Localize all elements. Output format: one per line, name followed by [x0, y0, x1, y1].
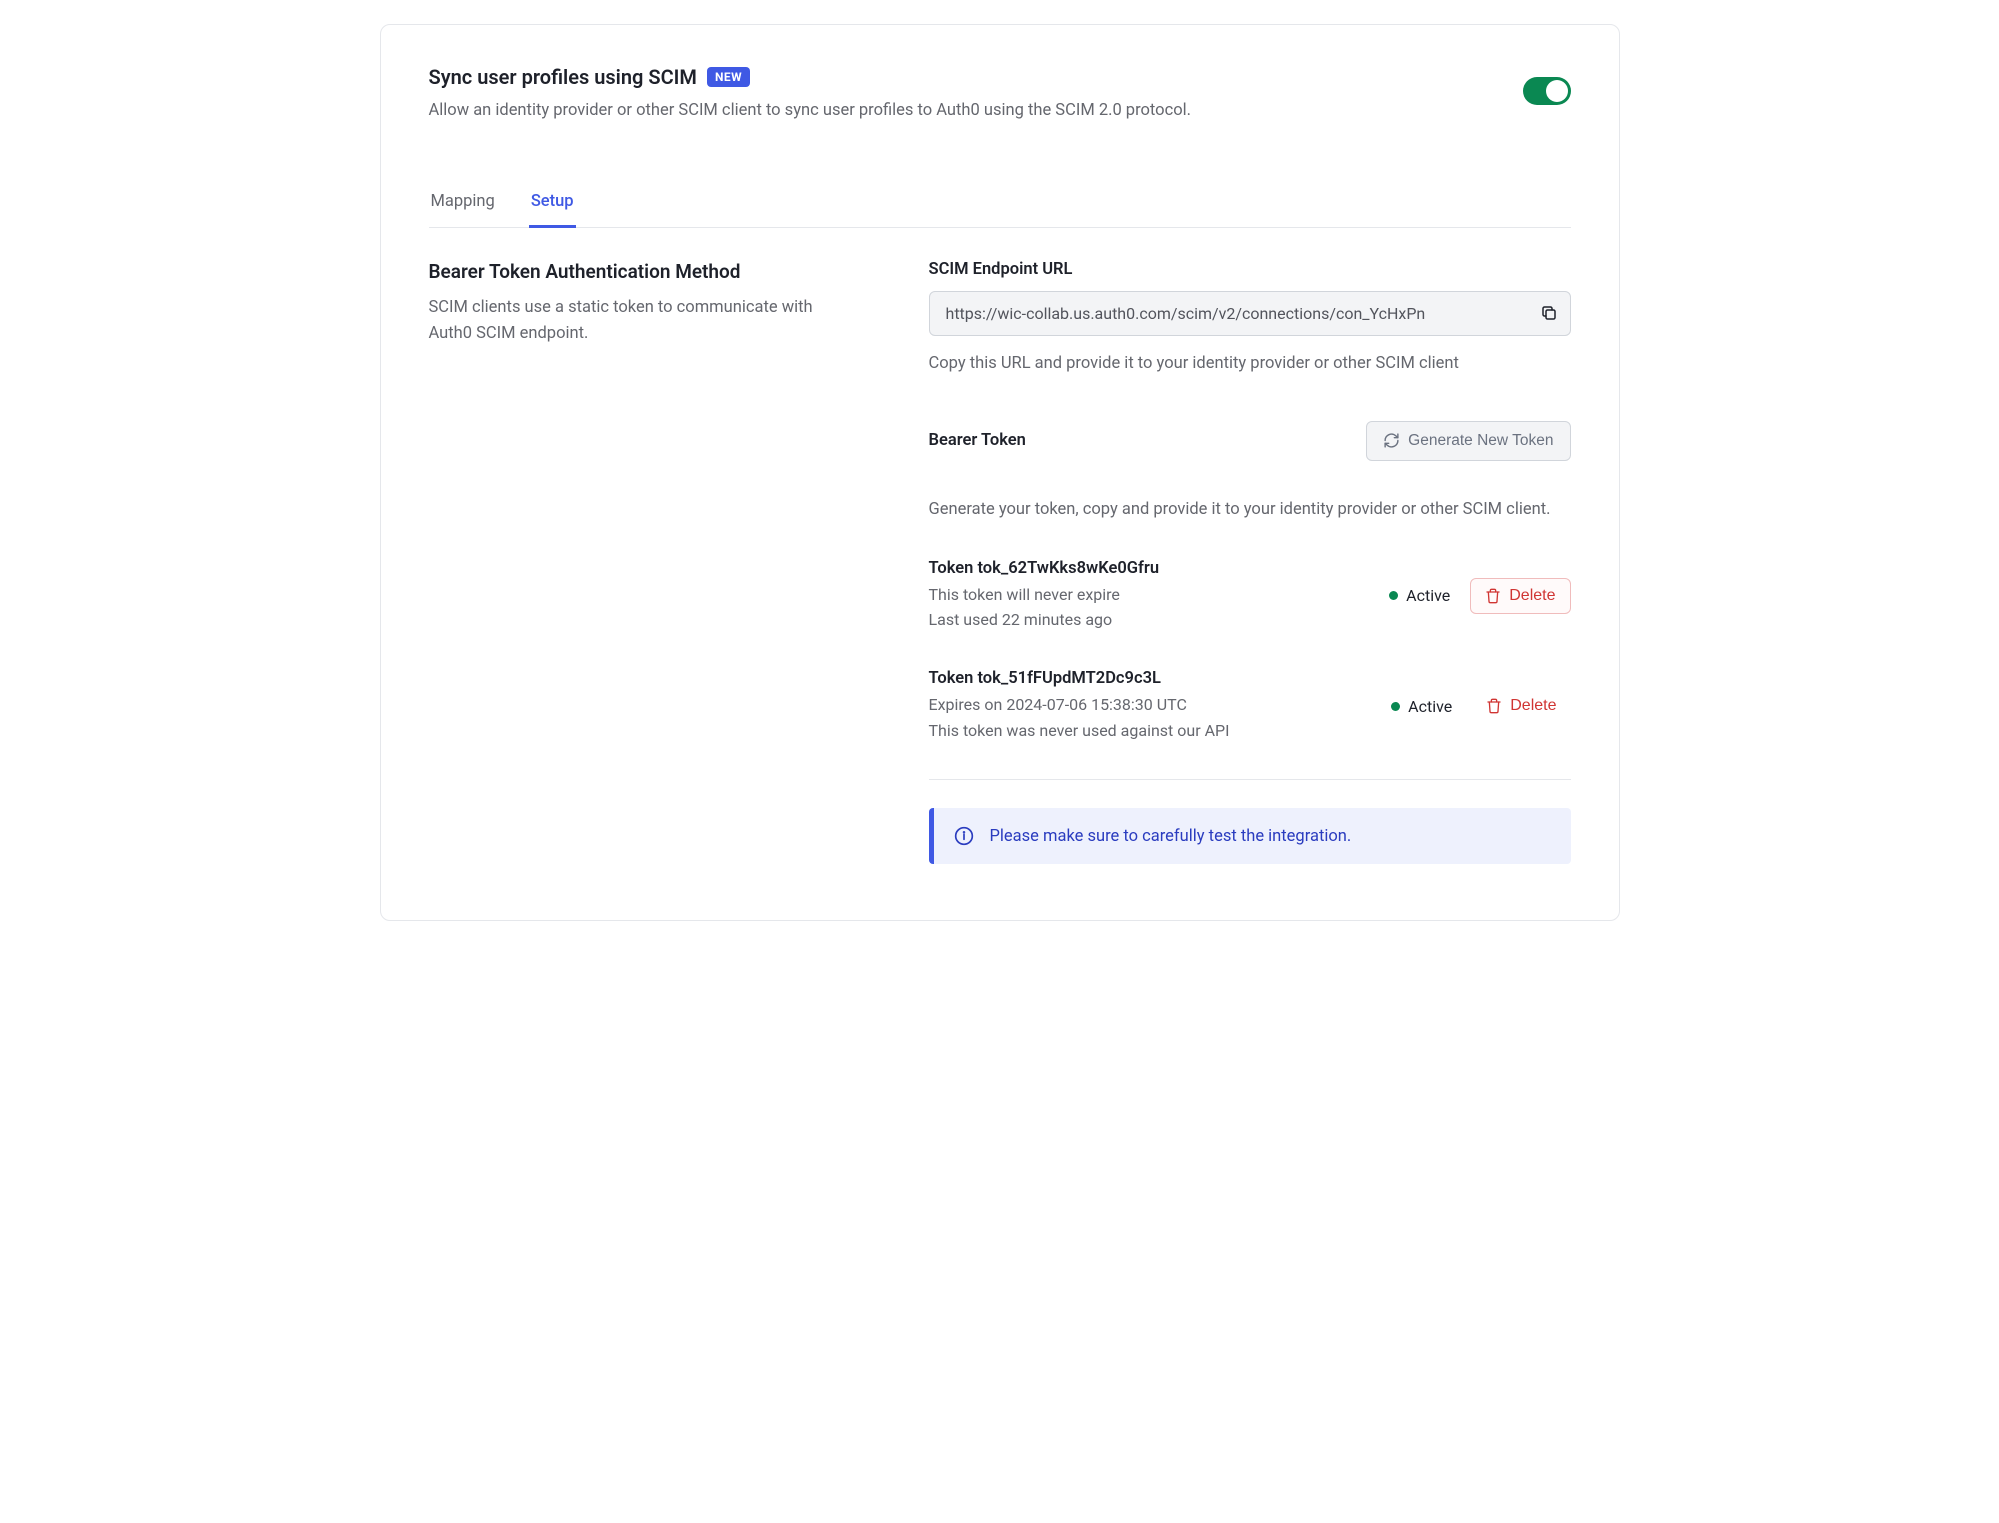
token-status: Active [1391, 697, 1452, 716]
endpoint-hint: Copy this URL and provide it to your ide… [929, 352, 1571, 377]
bearer-row: Bearer Token Generate New Token [929, 421, 1571, 461]
divider [929, 779, 1571, 780]
title-line: Sync user profiles using SCIM NEW [429, 65, 1191, 89]
bearer-desc: Generate your token, copy and provide it… [929, 497, 1571, 523]
delete-token-button[interactable]: Delete [1472, 689, 1570, 723]
endpoint-url-field[interactable]: https://wic-collab.us.auth0.com/scim/v2/… [929, 291, 1571, 336]
info-alert: Please make sure to carefully test the i… [929, 808, 1571, 864]
bearer-desc-section: Generate your token, copy and provide it… [929, 497, 1571, 523]
status-dot-icon [1391, 702, 1400, 711]
tabs: Mapping Setup [429, 180, 1571, 228]
tab-setup[interactable]: Setup [529, 180, 576, 228]
left-column: Bearer Token Authentication Method SCIM … [429, 260, 849, 865]
token-actions: Active Delete [1391, 689, 1570, 723]
scim-enable-toggle[interactable] [1523, 77, 1571, 105]
token-expiry: This token will never expire [929, 582, 1374, 608]
token-last-used: Last used 22 minutes ago [929, 607, 1374, 633]
token-name: Token tok_51fFUpdMT2Dc9c3L [929, 669, 1376, 688]
content: Bearer Token Authentication Method SCIM … [429, 260, 1571, 865]
copy-icon [1540, 304, 1558, 322]
scim-settings-card: Sync user profiles using SCIM NEW Allow … [380, 24, 1620, 921]
delete-token-button[interactable]: Delete [1470, 578, 1570, 614]
auth-method-desc: SCIM clients use a static token to commu… [429, 295, 849, 348]
bearer-token-label: Bearer Token [929, 431, 1026, 450]
trash-icon [1486, 698, 1502, 714]
token-name: Token tok_62TwKks8wKe0Gfru [929, 559, 1374, 578]
token-item: Token tok_51fFUpdMT2Dc9c3L Expires on 20… [929, 669, 1571, 743]
page-title: Sync user profiles using SCIM [429, 65, 697, 89]
token-info: Token tok_62TwKks8wKe0Gfru This token wi… [929, 559, 1374, 633]
trash-icon [1485, 588, 1501, 604]
page-subtitle: Allow an identity provider or other SCIM… [429, 99, 1191, 124]
right-column: SCIM Endpoint URL https://wic-collab.us.… [929, 260, 1571, 865]
token-item: Token tok_62TwKks8wKe0Gfru This token wi… [929, 559, 1571, 633]
new-badge: NEW [707, 67, 750, 87]
header-row: Sync user profiles using SCIM NEW Allow … [429, 65, 1571, 124]
delete-label: Delete [1510, 697, 1556, 715]
token-actions: Active Delete [1389, 578, 1570, 614]
alert-message: Please make sure to carefully test the i… [990, 827, 1352, 846]
token-expiry: Expires on 2024-07-06 15:38:30 UTC [929, 692, 1376, 718]
delete-label: Delete [1509, 587, 1555, 605]
copy-endpoint-button[interactable] [1535, 299, 1563, 327]
generate-token-button[interactable]: Generate New Token [1366, 421, 1570, 461]
token-info: Token tok_51fFUpdMT2Dc9c3L Expires on 20… [929, 669, 1376, 743]
info-icon [954, 826, 974, 846]
status-dot-icon [1389, 591, 1398, 600]
header-text: Sync user profiles using SCIM NEW Allow … [429, 65, 1191, 124]
endpoint-input-wrap: https://wic-collab.us.auth0.com/scim/v2/… [929, 291, 1571, 336]
token-status-label: Active [1408, 697, 1452, 716]
token-status-label: Active [1406, 586, 1450, 605]
generate-token-label: Generate New Token [1408, 432, 1553, 450]
token-last-used: This token was never used against our AP… [929, 718, 1376, 744]
endpoint-label: SCIM Endpoint URL [929, 260, 1571, 279]
auth-method-heading: Bearer Token Authentication Method [429, 260, 849, 283]
token-status: Active [1389, 586, 1450, 605]
tab-mapping[interactable]: Mapping [429, 180, 497, 228]
refresh-icon [1383, 432, 1400, 449]
toggle-knob [1546, 80, 1568, 102]
